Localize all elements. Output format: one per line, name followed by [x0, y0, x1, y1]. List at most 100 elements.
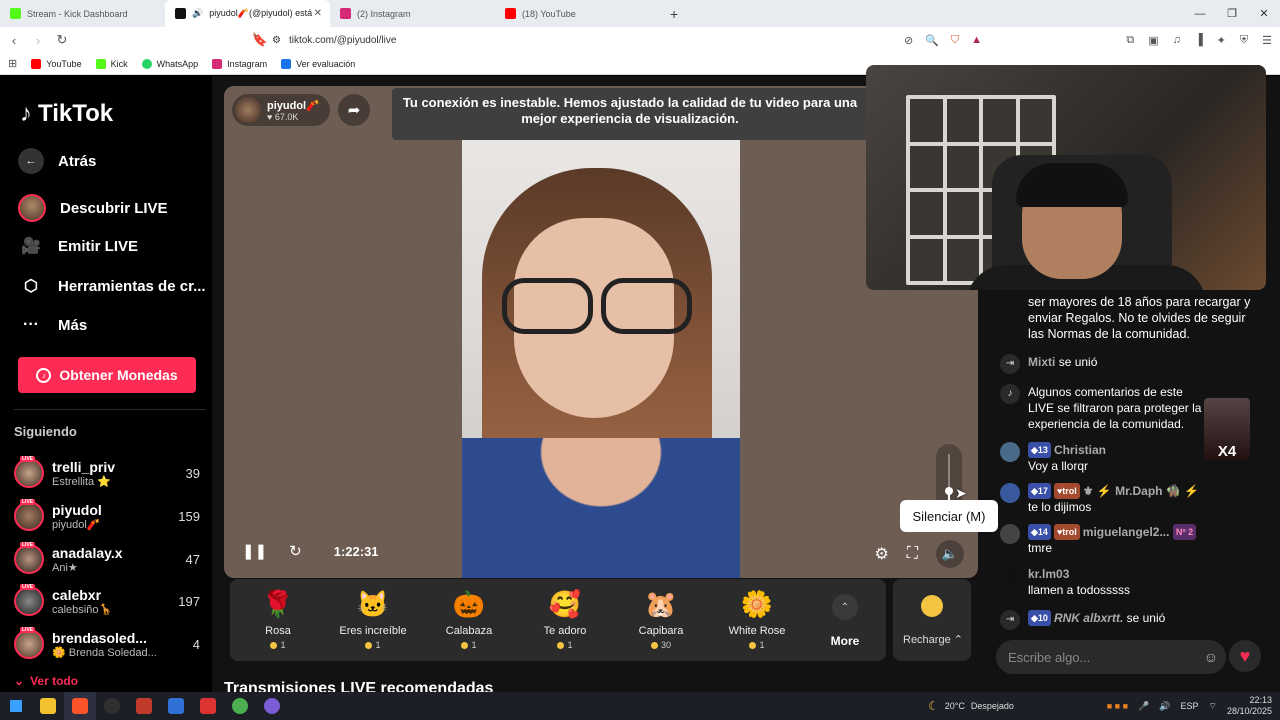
mic-icon[interactable]: 🎤: [1138, 701, 1149, 712]
following-item[interactable]: LIVE trelli_priv Estrellita ⭐ 39: [14, 454, 200, 492]
minimize-button[interactable]: —: [1184, 0, 1216, 27]
chat-username[interactable]: Mixti: [1028, 355, 1055, 369]
following-item[interactable]: LIVE anadalay.x Ani★ 47: [14, 540, 200, 578]
bookmark-evaluation[interactable]: Ver evaluación: [281, 58, 355, 69]
fullscreen-icon[interactable]: ⛶: [907, 545, 918, 563]
site-info-icon[interactable]: ⚙: [272, 35, 281, 46]
chat-username[interactable]: miguelangel2...: [1083, 525, 1170, 539]
live-video[interactable]: [462, 138, 740, 578]
chat-username[interactable]: RNK albxrtt.: [1054, 611, 1123, 625]
following-item[interactable]: LIVE calebxr calebsiño🦒 197: [14, 582, 200, 620]
no-tracking-icon[interactable]: ⊘: [904, 34, 913, 47]
bookmark-whatsapp[interactable]: WhatsApp: [141, 58, 198, 69]
chat-username[interactable]: kr.lm03: [1028, 567, 1069, 581]
volume-button[interactable]: 🔈: [936, 540, 964, 568]
creator-chip[interactable]: piyudol🧨 ♥ 67.0K: [232, 94, 330, 126]
nav-creator-tools[interactable]: ⬡ Herramientas de cr...: [18, 273, 206, 299]
settings-icon[interactable]: ⚙: [874, 544, 888, 564]
bookmark-youtube[interactable]: YouTube: [31, 58, 82, 69]
brave-shield-icon[interactable]: ⛉: [951, 34, 959, 47]
recharge-button[interactable]: Recharge ⌃: [893, 579, 971, 661]
zoom-icon[interactable]: 🔍: [925, 34, 939, 47]
window-controls: — ❐ ✕: [1184, 0, 1280, 27]
share-button[interactable]: ➦: [338, 94, 370, 126]
close-icon[interactable]: ✕: [314, 8, 322, 19]
wifi-icon[interactable]: ⌔: [1208, 701, 1216, 712]
utorrent-icon[interactable]: [224, 692, 256, 720]
chat-username[interactable]: ⚜ ⚡ Mr.Daph 🧌 ⚡: [1083, 484, 1199, 498]
gift-item[interactable]: 🥰 Te adoro 1: [520, 587, 610, 650]
following-item[interactable]: LIVE brendasoled... 🌼 Brenda Soledad... 4: [14, 625, 200, 663]
bookmark-icon[interactable]: 🔖: [250, 30, 270, 50]
lang-indicator[interactable]: ESP: [1180, 701, 1198, 711]
app-icon[interactable]: [160, 692, 192, 720]
weather-widget[interactable]: ☾ 20°C Despejado: [928, 699, 1014, 713]
nav-discover-live[interactable]: Descubrir LIVE: [18, 194, 168, 222]
menu-icon[interactable]: ☰: [1262, 34, 1272, 47]
following-item[interactable]: LIVE piyudol piyudol🧨 159: [14, 497, 200, 535]
chat-username[interactable]: Christian: [1054, 443, 1106, 457]
brave-icon[interactable]: [64, 692, 96, 720]
like-button[interactable]: ♥: [1229, 640, 1261, 672]
speaker-icon[interactable]: 🔊: [1159, 701, 1170, 712]
gift-item[interactable]: 🐱 Eres increíble 1: [328, 587, 418, 650]
bookmark-kick[interactable]: Kick: [95, 58, 128, 69]
tab-youtube[interactable]: (18) YouTube: [495, 0, 660, 27]
avatar[interactable]: [1000, 483, 1020, 503]
tab-tiktok-live[interactable]: 🔊 piyudol🧨(@piyudol) está LIVE ✕: [165, 0, 330, 27]
chat-input[interactable]: Escribe algo... ☺: [996, 640, 1226, 674]
gift-item[interactable]: 🐹 Capibara 30: [616, 587, 706, 650]
gift-item[interactable]: 🎃 Calabaza 1: [424, 587, 514, 650]
app-icon[interactable]: [256, 692, 288, 720]
tab-instagram[interactable]: (2) Instagram: [330, 0, 495, 27]
file-explorer-icon[interactable]: [32, 692, 64, 720]
forward-arrow-icon[interactable]: ›: [28, 30, 48, 50]
bookmark-label: YouTube: [46, 58, 82, 69]
address-bar[interactable]: ⚙ tiktok.com/@piyudol/live ⊘ 🔍 ⛉ ▲: [272, 30, 992, 50]
leo-icon[interactable]: ✦: [1217, 34, 1226, 47]
creator-tools-icon: ⬡: [24, 278, 38, 295]
extensions-icon[interactable]: ⧉: [1126, 34, 1134, 47]
gift-item[interactable]: 🌹 Rosa 1: [233, 587, 323, 650]
reload-icon[interactable]: ↻: [52, 30, 72, 50]
app-icon[interactable]: [192, 692, 224, 720]
avatar: LIVE: [14, 584, 44, 616]
new-tab-button[interactable]: +: [660, 0, 688, 27]
music-icon[interactable]: ♫: [1173, 34, 1181, 47]
pause-icon[interactable]: ❚❚: [242, 542, 267, 560]
wallet-icon[interactable]: ▣: [1148, 34, 1158, 47]
avatar[interactable]: [1000, 442, 1020, 462]
rewards-icon[interactable]: ▲: [971, 34, 982, 47]
tray-icons[interactable]: ■ ■ ■: [1107, 701, 1128, 711]
refresh-icon[interactable]: ↻: [289, 542, 302, 560]
emoji-icon[interactable]: ☺: [1204, 649, 1218, 665]
live-player[interactable]: piyudol🧨 ♥ 67.0K ➦ Tu conexión es inesta…: [224, 86, 978, 578]
volume-knob[interactable]: [945, 487, 953, 495]
apps-grid-icon[interactable]: ⊞: [8, 57, 17, 70]
back-arrow-icon[interactable]: ‹: [4, 30, 24, 50]
see-all-link[interactable]: ⌄ Ver todo: [14, 674, 78, 688]
more-gifts-button[interactable]: ⌃ More: [830, 594, 860, 648]
sidebar-toggle-icon[interactable]: ▐: [1195, 34, 1203, 47]
clock[interactable]: 22:13 28/10/2025: [1227, 695, 1272, 717]
nav-go-live[interactable]: 🎥 Emitir LIVE: [18, 233, 138, 259]
vpn-icon[interactable]: ⛨: [1240, 34, 1248, 47]
nav-more[interactable]: ··· Más: [18, 312, 87, 338]
extensions-toolbar: ⧉ ▣ ♫ ▐ ✦ ⛨ ☰: [1126, 34, 1272, 47]
player-controls-right: ⚙ ⛶ 🔈: [874, 540, 964, 568]
audio-icon[interactable]: 🔊: [192, 8, 203, 19]
gift-item[interactable]: 🌼 White Rose 1: [712, 587, 802, 650]
tiktok-logo[interactable]: ♪ TikTok: [20, 100, 113, 128]
back-button[interactable]: ← Atrás: [18, 148, 96, 174]
get-coins-button[interactable]: ♪ Obtener Monedas: [18, 357, 196, 393]
windows-start-icon[interactable]: [0, 692, 32, 720]
avatar[interactable]: [1000, 524, 1020, 544]
restore-button[interactable]: ❐: [1216, 0, 1248, 27]
gift-price: 1: [233, 640, 323, 650]
bookmark-instagram[interactable]: Instagram: [212, 58, 267, 69]
window-close-button[interactable]: ✕: [1248, 0, 1280, 27]
obs-icon[interactable]: [96, 692, 128, 720]
app-icon[interactable]: [128, 692, 160, 720]
avatar[interactable]: [1000, 566, 1020, 586]
tab-kick-dashboard[interactable]: Stream - Kick Dashboard: [0, 0, 165, 27]
